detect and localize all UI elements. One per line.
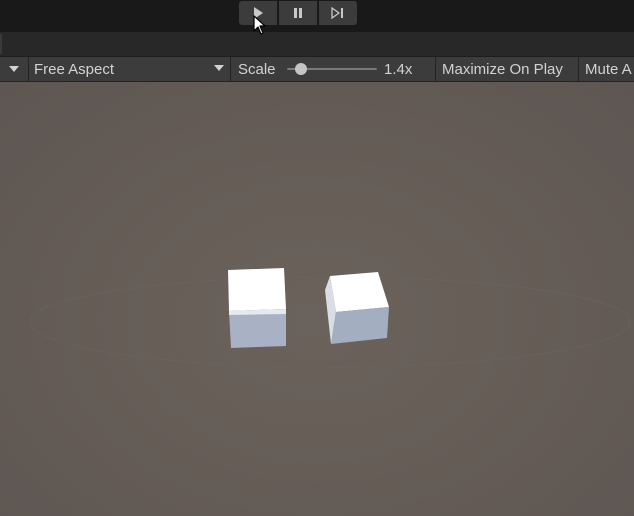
- mute-audio-button[interactable]: Mute A: [579, 57, 634, 81]
- scale-slider-thumb[interactable]: [294, 63, 307, 75]
- maximize-label: Maximize On Play: [442, 60, 563, 78]
- tab-edge: [0, 34, 2, 54]
- scale-control: Scale 1.4x: [231, 57, 435, 81]
- aspect-label: Free Aspect: [34, 60, 115, 78]
- game-viewport[interactable]: [0, 82, 634, 516]
- play-mode-toolbar: [0, 0, 634, 32]
- chevron-down-icon: [9, 66, 19, 72]
- mouse-pointer-icon: [253, 15, 266, 35]
- pause-button[interactable]: [279, 1, 317, 25]
- mute-label: Mute A: [585, 60, 632, 78]
- maximize-on-play-button[interactable]: Maximize On Play: [436, 57, 578, 81]
- scene-render: [29, 268, 631, 368]
- step-icon: [331, 7, 343, 19]
- cube-right: [325, 272, 389, 344]
- display-dropdown[interactable]: [0, 57, 28, 81]
- game-view-toolbar: Free Aspect Scale 1.4x Maximize On Play …: [0, 57, 634, 82]
- step-button[interactable]: [319, 1, 357, 25]
- tab-strip: [0, 32, 634, 57]
- scale-label: Scale: [238, 60, 276, 78]
- cube-left: [228, 268, 286, 348]
- aspect-dropdown[interactable]: Free Aspect: [29, 57, 229, 81]
- pause-icon: [294, 8, 302, 18]
- scale-value: 1.4x: [384, 60, 413, 78]
- chevron-down-icon: [214, 65, 224, 71]
- unity-game-window: Free Aspect Scale 1.4x Maximize On Play …: [0, 0, 634, 516]
